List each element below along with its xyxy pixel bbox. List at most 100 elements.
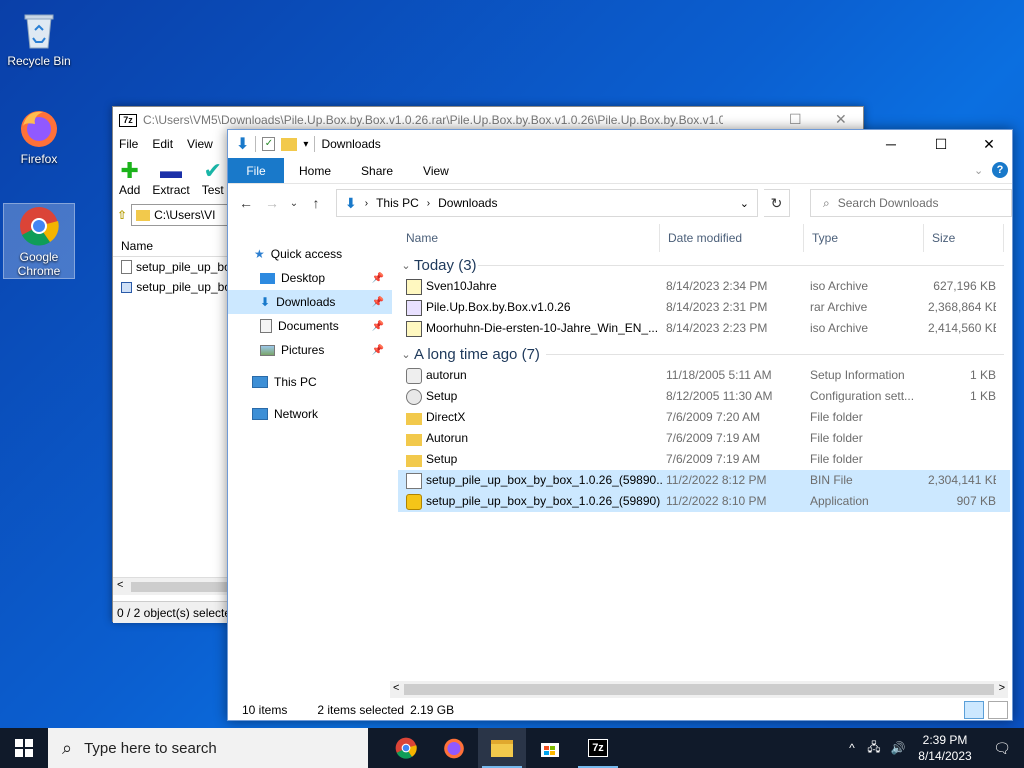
nav-pictures[interactable]: Pictures 📌 [228, 338, 392, 362]
list-item[interactable]: setup_pile_up_bo [113, 277, 231, 297]
nav-network[interactable]: Network [228, 402, 392, 426]
new-folder-icon[interactable] [281, 137, 298, 151]
details-view-icon[interactable] [964, 701, 984, 719]
customize-toolbar-chevron-icon[interactable]: ▾ [303, 139, 308, 150]
file-row[interactable]: Pile.Up.Box.by.Box.v1.0.26 8/14/2023 2:31… [398, 297, 1010, 318]
check-icon: ✔ [203, 158, 222, 183]
back-arrow-icon[interactable]: ← [236, 195, 256, 211]
file-type: Setup Information [810, 368, 905, 382]
tab-share[interactable]: Share [346, 158, 408, 183]
network-status-icon[interactable]: 🖧 [862, 738, 886, 759]
nav-this-pc[interactable]: This PC [228, 370, 392, 394]
minimize-button[interactable]: ─ [868, 130, 914, 158]
7zip-column-name[interactable]: Name [113, 235, 231, 257]
tab-home[interactable]: Home [284, 158, 346, 183]
file-row[interactable]: Setup 7/6/2009 7:19 AM File folder [398, 449, 1010, 470]
desktop-icon-firefox[interactable]: Firefox [4, 106, 74, 166]
taskbar-chrome[interactable] [382, 728, 430, 768]
scroll-thumb[interactable] [131, 582, 231, 592]
recent-locations-chevron-icon[interactable]: ⌄ [288, 198, 300, 209]
address-dropdown-chevron-icon[interactable]: ⌄ [740, 197, 749, 210]
application-icon [406, 493, 422, 510]
pin-icon[interactable]: 📌 [372, 321, 384, 332]
extract-button[interactable]: ▬ Extract [152, 159, 189, 198]
maximize-icon[interactable]: ☐ [789, 111, 802, 128]
file-row[interactable]: Moorhuhn-Die-ersten-10-Jahre_Win_EN_... 8… [398, 318, 1010, 339]
notifications-icon[interactable]: 🗨 [980, 740, 1024, 757]
test-button[interactable]: ✔ Test [202, 158, 224, 198]
taskbar-search-input[interactable]: ⌕ Type here to search [48, 728, 368, 768]
pin-icon[interactable]: 📌 [372, 345, 384, 356]
file-row[interactable]: Autorun 7/6/2009 7:19 AM File folder [398, 428, 1010, 449]
show-hidden-icons-chevron-icon[interactable]: ^ [842, 741, 862, 755]
search-input[interactable]: ⌕ Search Downloads [810, 189, 1012, 217]
rar-archive-icon [406, 299, 422, 316]
menu-view[interactable]: View [187, 137, 213, 151]
quick-access-download-icon[interactable]: ⬇ [236, 134, 249, 154]
group-header-long-time-ago[interactable]: ⌄ A long time ago (7) [398, 343, 1010, 365]
pin-icon[interactable]: 📌 [372, 297, 384, 308]
up-arrow-icon[interactable]: ↑ [306, 195, 326, 211]
nav-desktop[interactable]: Desktop 📌 [228, 266, 392, 290]
taskbar-file-explorer[interactable] [478, 728, 526, 768]
group-collapse-chevron-icon[interactable]: ⌄ [398, 259, 414, 272]
file-row[interactable]: Setup 8/12/2005 11:30 AM Configuration set… [398, 386, 1010, 407]
scroll-right-icon[interactable]: > [999, 682, 1005, 694]
file-row[interactable]: setup_pile_up_box_by_box_1.0.26_(59890) 1… [398, 491, 1010, 512]
close-button[interactable]: ✕ [966, 130, 1012, 158]
refresh-button[interactable]: ↻ [764, 189, 790, 217]
clock[interactable]: 2:39 PM 8/14/2023 [910, 732, 980, 764]
menu-file[interactable]: File [119, 137, 138, 151]
file-row[interactable]: Sven10Jahre 8/14/2023 2:34 PM iso Archive 6… [398, 276, 1010, 297]
desktop-icon-recycle-bin[interactable]: Recycle Bin [4, 8, 74, 68]
close-icon[interactable]: ✕ [835, 111, 847, 128]
up-folder-icon[interactable]: ⇧ [117, 208, 127, 222]
column-name[interactable]: Name [398, 224, 660, 252]
menu-edit[interactable]: Edit [152, 137, 173, 151]
column-size[interactable]: Size [924, 224, 1004, 252]
forward-arrow-icon[interactable]: → [262, 195, 282, 211]
group-header-today[interactable]: ⌄ Today (3) [398, 254, 1010, 276]
scroll-left-icon[interactable]: < [393, 682, 399, 694]
folder-icon [406, 454, 422, 467]
scroll-thumb[interactable] [404, 684, 994, 695]
maximize-button[interactable]: ☐ [918, 130, 964, 158]
nav-quick-access[interactable]: ★ Quick access [228, 242, 392, 266]
horizontal-scrollbar[interactable]: < > [390, 681, 1008, 698]
start-button[interactable] [0, 728, 48, 768]
file-row[interactable]: DirectX 7/6/2009 7:20 AM File folder [398, 407, 1010, 428]
nav-downloads[interactable]: ⬇ Downloads 📌 [228, 290, 392, 314]
scroll-left-icon[interactable]: < [117, 579, 123, 591]
taskbar-7zip[interactable]: 7z [574, 728, 622, 768]
breadcrumb-this-pc[interactable]: This PC [376, 196, 419, 210]
taskbar-store[interactable] [526, 728, 574, 768]
nav-documents[interactable]: Documents 📌 [228, 314, 392, 338]
taskbar-search-placeholder: Type here to search [84, 739, 217, 757]
help-icon[interactable]: ? [992, 162, 1008, 178]
ribbon-expand-chevron-icon[interactable]: ⌄ [974, 164, 983, 177]
taskbar-firefox[interactable] [430, 728, 478, 768]
column-date-modified[interactable]: Date modified [660, 224, 804, 252]
file-row[interactable]: setup_pile_up_box_by_box_1.0.26_(59890..… [398, 470, 1010, 491]
file-name: Moorhuhn-Die-ersten-10-Jahre_Win_EN_... [426, 321, 659, 335]
tab-view[interactable]: View [408, 158, 464, 183]
7zip-horizontal-scrollbar[interactable]: < [113, 577, 231, 595]
file-row[interactable]: autorun 11/18/2005 5:11 AM Setup Informati… [398, 365, 1010, 386]
group-collapse-chevron-icon[interactable]: ⌄ [398, 348, 414, 361]
properties-icon[interactable]: ✓ [262, 137, 276, 151]
large-icons-view-icon[interactable] [988, 701, 1008, 719]
list-item[interactable]: setup_pile_up_bo [113, 257, 231, 277]
address-bar[interactable]: ⬇ › This PC › Downloads ⌄ [336, 189, 758, 217]
pin-icon[interactable]: 📌 [372, 273, 384, 284]
explorer-window[interactable]: ⬇ ✓ ▾ Downloads ─ ☐ ✕ File Home Share Vi… [227, 129, 1013, 721]
column-type[interactable]: Type [804, 224, 924, 252]
breadcrumb-downloads[interactable]: Downloads [438, 196, 497, 210]
clock-time: 2:39 PM [922, 733, 968, 747]
file-type: Application [810, 494, 869, 508]
tab-file[interactable]: File [228, 158, 284, 183]
volume-icon[interactable]: 🔊 [886, 741, 910, 755]
desktop-icon-google-chrome[interactable]: Google Chrome [3, 203, 75, 279]
add-button[interactable]: ✚ Add [119, 159, 140, 198]
file-name-cell: DirectX [406, 407, 662, 428]
explorer-title-bar[interactable]: ⬇ ✓ ▾ Downloads ─ ☐ ✕ [228, 130, 1012, 158]
